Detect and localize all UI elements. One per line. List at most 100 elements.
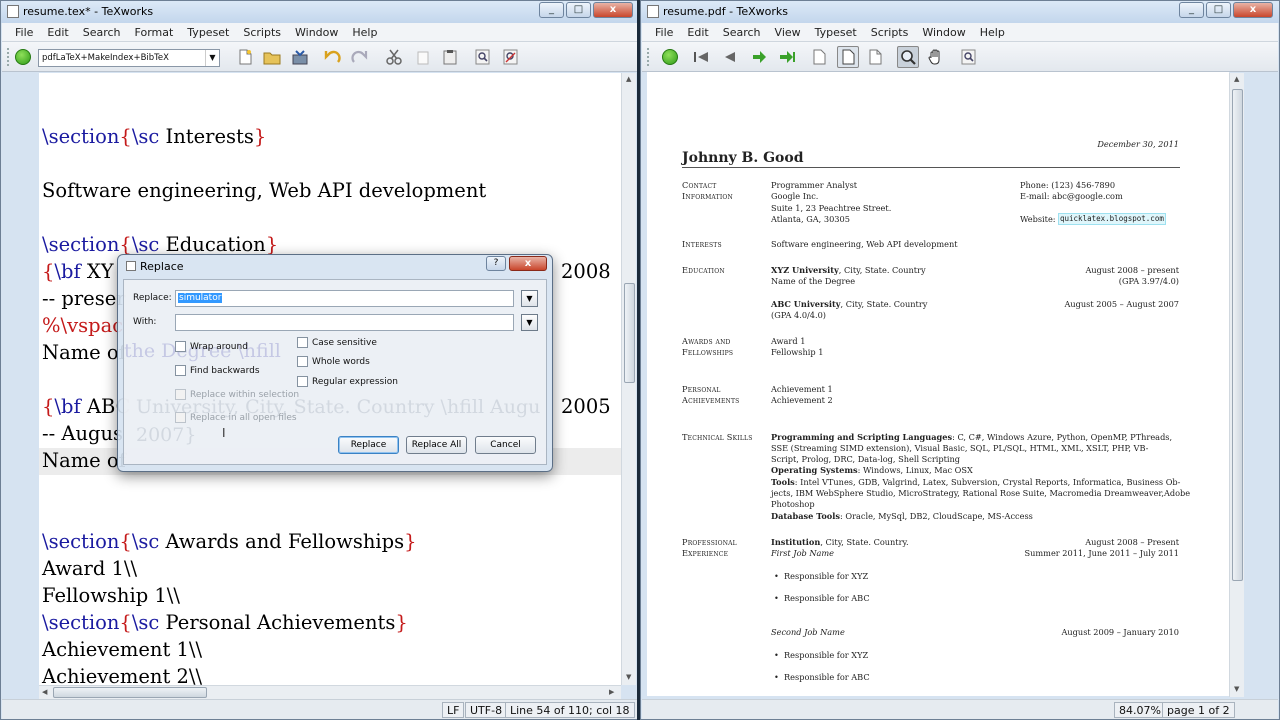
pdf-view[interactable]: December 30, 2011 Johnny B. Good Contact…	[647, 72, 1229, 696]
help-button[interactable]: ?	[486, 256, 506, 271]
minimize-button[interactable]: _	[539, 2, 564, 18]
replace-within-selection-checkbox	[175, 389, 186, 400]
cut-icon[interactable]	[385, 49, 403, 65]
regex-checkbox[interactable]	[297, 376, 308, 387]
cancel-button[interactable]: Cancel	[475, 436, 536, 454]
bullet-icon: •	[774, 571, 779, 581]
wrap-around-checkbox[interactable]	[175, 341, 186, 352]
achievement-item: Achievement 1	[771, 384, 833, 394]
line-ending-indicator[interactable]: LF	[442, 702, 465, 718]
pdf-menu-file[interactable]: File	[648, 23, 680, 41]
replace-dialog-titlebar[interactable]: Replace ? x	[118, 255, 552, 277]
hand-icon[interactable]	[927, 49, 945, 65]
website-link[interactable]: quicklatex.blogspot.com	[1058, 213, 1166, 225]
paste-icon[interactable]	[441, 49, 459, 65]
chevron-down-icon[interactable]: ▼	[521, 314, 538, 331]
editor-horizontal-scrollbar[interactable]: ◀ ▶	[39, 685, 621, 699]
maximize-button[interactable]: □	[1206, 2, 1231, 18]
pdf-titlebar[interactable]: resume.pdf - TeXworks _ □ x	[641, 1, 1279, 23]
last-page-icon[interactable]	[778, 49, 796, 65]
magnify-icon[interactable]	[899, 49, 917, 65]
pdf-menu-window[interactable]: Window	[915, 23, 972, 41]
pdf-menu-help[interactable]: Help	[973, 23, 1012, 41]
editor-menu-help[interactable]: Help	[345, 23, 384, 41]
scroll-up-icon[interactable]: ▲	[626, 75, 631, 83]
find-icon[interactable]	[960, 49, 978, 65]
editor-menu-file[interactable]: File	[8, 23, 40, 41]
find-backwards-checkbox[interactable]	[175, 365, 186, 376]
pdf-window-title: resume.pdf - TeXworks	[663, 5, 789, 18]
fit-width-icon[interactable]	[839, 49, 857, 65]
pdf-menu-typeset[interactable]: Typeset	[808, 23, 864, 41]
skills-text: Script, Prolog, DRC, Data-log, Shell Scr…	[771, 454, 961, 464]
typeset-icon[interactable]	[662, 49, 678, 65]
redo-icon[interactable]	[351, 49, 369, 65]
education-heading: Education	[682, 265, 725, 275]
editor-menu-scripts[interactable]: Scripts	[236, 23, 288, 41]
close-button[interactable]: x	[593, 2, 633, 18]
copy-icon[interactable]	[413, 49, 431, 65]
save-icon[interactable]	[291, 49, 309, 65]
zoom-level[interactable]: 84.07%	[1114, 702, 1166, 718]
pdf-menu-search[interactable]: Search	[716, 23, 768, 41]
job-item: Responsible for XYZ	[784, 650, 869, 660]
pdf-menu-view[interactable]: View	[768, 23, 808, 41]
maximize-button[interactable]: □	[566, 2, 591, 18]
toolbar-grip[interactable]	[647, 48, 651, 66]
encoding-indicator[interactable]: UTF-8	[465, 702, 508, 718]
contact-line: Atlanta, GA, 30305	[771, 214, 850, 224]
new-file-icon[interactable]	[236, 49, 254, 65]
pdf-vertical-scrollbar[interactable]: ▲ ▼	[1229, 73, 1244, 697]
next-page-icon[interactable]	[750, 49, 768, 65]
cursor-position: Line 54 of 110; col 18	[505, 702, 635, 718]
achievements-heading-2: Achievements	[682, 395, 740, 405]
editor-horizontal-scroll-thumb[interactable]	[53, 687, 207, 698]
education-gpa: (GPA 3.97/4.0)	[1118, 276, 1179, 286]
pdf-menu-edit[interactable]: Edit	[680, 23, 715, 41]
scroll-down-icon[interactable]: ▼	[626, 673, 631, 681]
case-sensitive-checkbox[interactable]	[297, 337, 308, 348]
education-gpa: (GPA 4.0/4.0)	[771, 310, 827, 320]
skills-text: : Oracle, MySql, DB2, CloudScape, MS-Acc…	[840, 511, 1033, 521]
editor-menu-edit[interactable]: Edit	[40, 23, 75, 41]
editor-menu-format[interactable]: Format	[128, 23, 181, 41]
whole-words-checkbox[interactable]	[297, 356, 308, 367]
institution-place: , City, State. Country.	[820, 537, 909, 547]
education-degree: Name of the Degree	[771, 276, 856, 286]
replace-input[interactable]: simulator	[175, 290, 514, 307]
pdf-menu-scripts[interactable]: Scripts	[864, 23, 916, 41]
scroll-left-icon[interactable]: ◀	[42, 688, 47, 696]
open-folder-icon[interactable]	[263, 49, 281, 65]
editor-menu-typeset[interactable]: Typeset	[180, 23, 236, 41]
toolbar-grip[interactable]	[7, 48, 11, 66]
find-icon[interactable]	[474, 49, 492, 65]
latex-brace: {	[119, 125, 132, 148]
scroll-down-icon[interactable]: ▼	[1234, 685, 1239, 693]
skills-text: : Windows, Linux, Mac OSX	[857, 465, 973, 475]
editor-titlebar[interactable]: resume.tex* - TeXworks _ □ x	[1, 1, 639, 23]
pdf-vertical-scroll-thumb[interactable]	[1232, 89, 1243, 581]
undo-icon[interactable]	[323, 49, 341, 65]
chevron-down-icon[interactable]: ▼	[521, 290, 538, 307]
replace-all-button[interactable]: Replace All	[406, 436, 467, 454]
editor-vertical-scroll-thumb[interactable]	[624, 283, 635, 383]
replace-icon[interactable]	[502, 49, 520, 65]
editor-vertical-scrollbar[interactable]: ▲ ▼	[621, 73, 636, 685]
editor-menu-window[interactable]: Window	[288, 23, 345, 41]
page-indicator: page 1 of 2	[1162, 702, 1235, 718]
replace-button[interactable]: Replace	[338, 436, 399, 454]
previous-page-icon[interactable]	[721, 49, 739, 65]
fit-window-icon[interactable]	[866, 49, 884, 65]
scroll-right-icon[interactable]: ▶	[609, 688, 614, 696]
typeset-engine-select[interactable]: pdfLaTeX+MakeIndex+BibTeX ▼	[38, 49, 220, 67]
minimize-button[interactable]: _	[1179, 2, 1204, 18]
actual-size-icon[interactable]	[810, 49, 828, 65]
dialog-close-button[interactable]: x	[509, 256, 547, 271]
editor-menu-search[interactable]: Search	[76, 23, 128, 41]
close-button[interactable]: x	[1233, 2, 1273, 18]
typeset-icon[interactable]	[15, 49, 31, 65]
first-page-icon[interactable]	[692, 49, 710, 65]
with-input[interactable]	[175, 314, 514, 331]
chevron-down-icon[interactable]: ▼	[205, 50, 219, 66]
scroll-up-icon[interactable]: ▲	[1234, 75, 1239, 83]
